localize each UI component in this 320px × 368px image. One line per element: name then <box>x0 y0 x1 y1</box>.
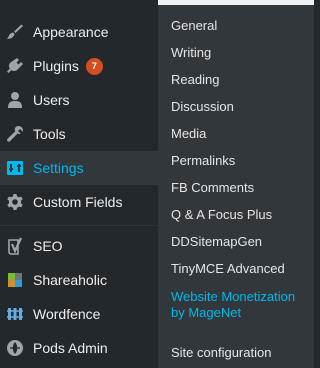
plugin-update-count-badge: 7 <box>85 57 103 75</box>
menu-item-tools[interactable]: Tools <box>0 117 158 151</box>
wrench-icon <box>6 125 24 143</box>
submenu-item-general[interactable]: General <box>171 18 311 34</box>
menu-item-shareaholic[interactable]: Shareaholic <box>0 263 158 297</box>
submenu-item-website-monetization[interactable]: Website Monetization by MageNet <box>171 289 311 321</box>
menu-item-users[interactable]: Users <box>0 83 158 117</box>
menu-label: Plugins <box>33 58 79 74</box>
menu-label: Wordfence <box>33 306 101 322</box>
menu-item-plugins[interactable]: Plugins 7 <box>0 49 158 83</box>
settings-submenu: General Writing Reading Discussion Media… <box>158 0 314 368</box>
wordfence-icon <box>6 305 24 323</box>
menu-item-pods-admin[interactable]: Pods Admin <box>0 331 158 365</box>
menu-label: Tools <box>33 126 66 142</box>
menu-item-settings[interactable]: Settings <box>0 151 158 185</box>
submenu-item-reading[interactable]: Reading <box>171 72 311 88</box>
menu-label: Settings <box>33 160 84 176</box>
submenu-item-site-configuration[interactable]: Site configuration <box>171 345 311 361</box>
menu-label: Users <box>33 92 70 108</box>
menu-label: Shareaholic <box>33 272 107 288</box>
menu-item-appearance[interactable]: Appearance <box>0 15 158 49</box>
shareaholic-icon <box>6 271 24 289</box>
submenu-item-qa-focus-plus[interactable]: Q & A Focus Plus <box>171 207 311 223</box>
submenu-top-border <box>158 0 314 5</box>
menu-item-custom-fields[interactable]: Custom Fields <box>0 185 158 219</box>
gear-icon <box>6 193 24 211</box>
menu-label: Pods Admin <box>33 340 108 356</box>
paintbrush-icon <box>6 23 24 41</box>
menu-label: Appearance <box>33 24 109 40</box>
plugin-icon <box>6 57 24 75</box>
submenu-item-media[interactable]: Media <box>171 126 311 142</box>
users-icon <box>6 91 24 109</box>
submenu-item-tinymce-advanced[interactable]: TinyMCE Advanced <box>171 261 311 277</box>
menu-separator <box>0 225 158 226</box>
seo-icon <box>6 237 24 255</box>
admin-menu: Appearance Plugins 7 Users Tools Setting… <box>0 0 160 368</box>
menu-label: SEO <box>33 238 63 254</box>
menu-item-wordfence[interactable]: Wordfence <box>0 297 158 331</box>
menu-item-seo[interactable]: SEO <box>0 229 158 263</box>
submenu-pointer <box>148 161 156 177</box>
settings-icon <box>6 159 24 177</box>
submenu-item-permalinks[interactable]: Permalinks <box>171 153 311 169</box>
pods-icon <box>6 339 24 357</box>
submenu-item-discussion[interactable]: Discussion <box>171 99 311 115</box>
submenu-item-fb-comments[interactable]: FB Comments <box>171 180 311 196</box>
menu-label: Custom Fields <box>33 194 123 210</box>
submenu-item-writing[interactable]: Writing <box>171 45 311 61</box>
submenu-item-ddsitemapgen[interactable]: DDSitemapGen <box>171 234 311 250</box>
